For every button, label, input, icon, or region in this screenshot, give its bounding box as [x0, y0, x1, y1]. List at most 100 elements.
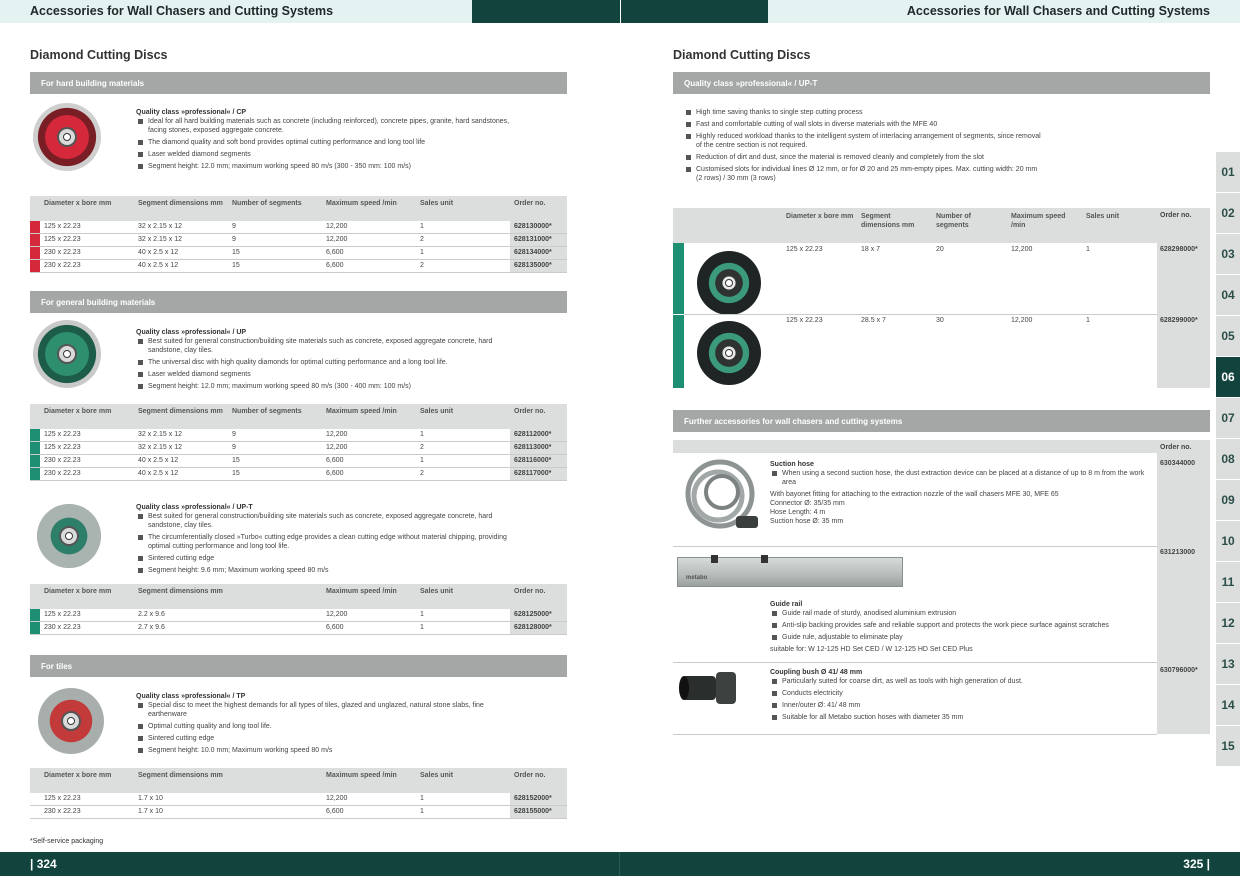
accessories-header-row — [673, 440, 1157, 453]
chapter-tab-15[interactable]: 15 — [1216, 726, 1240, 766]
table-cell: 628155000* — [510, 805, 567, 819]
table-cell: 628125000* — [510, 609, 567, 622]
tp-quality-title: Quality class »professional« / TP — [136, 693, 246, 700]
chapter-tab-04[interactable]: 04 — [1216, 275, 1240, 315]
table-cell: 230 x 22.23 — [40, 621, 134, 635]
col-header — [228, 768, 322, 793]
table-cell: 1 — [416, 246, 510, 260]
table-cell: 12,200 — [322, 429, 416, 442]
table-header-row: Diameter x bore mm Segment dimensions mm… — [30, 196, 567, 221]
table-cell — [228, 805, 322, 819]
table-cell: 32 x 2.15 x 12 — [134, 429, 228, 442]
table-cell: 6,600 — [322, 259, 416, 273]
table-cell: 1 — [416, 454, 510, 468]
chapter-tab-01[interactable]: 01 — [1216, 152, 1240, 192]
chapter-tab-10[interactable]: 10 — [1216, 521, 1240, 561]
table-cell: 1 — [416, 621, 510, 635]
col-header: Number of segments — [228, 196, 322, 221]
chapter-tab-03[interactable]: 03 — [1216, 234, 1240, 274]
suction-hose-image — [685, 459, 758, 529]
table-cell: 15 — [228, 454, 322, 468]
table-cell: 2 — [416, 259, 510, 273]
cell: 20 — [936, 246, 944, 253]
coupling-bush-image — [679, 672, 736, 704]
row-marker — [30, 805, 40, 819]
table-cell: 230 x 22.23 — [40, 259, 134, 273]
table-cell: 32 x 2.15 x 12 — [134, 441, 228, 455]
chapter-tab-07[interactable]: 07 — [1216, 398, 1240, 438]
col-header: Sales unit — [416, 404, 510, 429]
table-cell: 1 — [416, 805, 510, 819]
chapter-tab-02[interactable]: 02 — [1216, 193, 1240, 233]
col-header: Segment dimensions mm — [134, 404, 228, 429]
col-header: Segment dimensions mm — [134, 584, 228, 609]
table-cell: 2 — [416, 467, 510, 481]
table-cell: 12,200 — [322, 233, 416, 247]
coupling-bush-bullet: Inner/outer Ø: 41/ 48 mm — [770, 701, 1155, 710]
table-cell: 12,200 — [322, 221, 416, 234]
top-header-bar: Accessories for Wall Chasers and Cutting… — [0, 0, 1240, 23]
row-marker — [30, 454, 40, 468]
chapter-tab-11[interactable]: 11 — [1216, 562, 1240, 602]
table-cell: 15 — [228, 246, 322, 260]
col-header: Segment dimensions mm — [134, 768, 228, 793]
chapter-tab-06[interactable]: 06 — [1216, 357, 1240, 397]
upt-quality-title: Quality class »professional« / UP-T — [136, 504, 253, 511]
table-cell: 40 x 2.5 x 12 — [134, 246, 228, 260]
table-cell: 125 x 22.23 — [40, 429, 134, 442]
col-header: Maximum speed /min — [322, 584, 416, 609]
suction-hose-bullet: When using a second suction hose, the du… — [770, 469, 1150, 487]
cell: 125 x 22.23 — [786, 317, 823, 324]
table-row: 230 x 22.23 40 x 2.5 x 12 15 6,600 2 62811700… — [30, 467, 567, 481]
table-cell: 2 — [416, 233, 510, 247]
cp-bullet: Segment height: 12.0 mm; maximum working… — [136, 162, 516, 171]
row-marker — [30, 467, 40, 481]
upt-spec-table: Diameter x bore mm Segment dimensions mm… — [30, 584, 567, 635]
table-cell: 15 — [228, 259, 322, 273]
table-cell: 628152000* — [510, 793, 567, 806]
section-band-hard: For hard building materials — [30, 72, 567, 94]
footnote: *Self-service packaging — [30, 838, 104, 845]
suction-hose-line: With bayonet fitting for attaching to th… — [770, 491, 1059, 498]
table-cell: 628130000* — [510, 221, 567, 234]
up-disc-image — [33, 320, 101, 388]
cp-spec-table: Diameter x bore mm Segment dimensions mm… — [30, 196, 567, 273]
table-cell: 12,200 — [322, 793, 416, 806]
table-row: 125 x 22.23 2.2 x 9.6 12,200 1 628125000* — [30, 609, 567, 622]
chapter-tab-14[interactable]: 14 — [1216, 685, 1240, 725]
upt-right-bullet: Reduction of dirt and dust, since the ma… — [684, 153, 1044, 162]
order-number: 630344000 — [1160, 460, 1196, 467]
upt-bullet: Segment height: 9.6 mm; Maximum working … — [136, 566, 521, 575]
upt-disc-image — [37, 504, 101, 568]
suction-hose-info: Suction hose When using a second suction… — [770, 460, 1150, 526]
guide-rail-bullet: Guide rule, adjustable to eliminate play — [770, 633, 1155, 642]
chapter-tab-08[interactable]: 08 — [1216, 439, 1240, 479]
guide-rail-bullet: Guide rail made of sturdy, anodised alum… — [770, 609, 1155, 618]
upt-bullet: Best suited for general construction/bui… — [136, 512, 521, 530]
col-header: Sales unit — [1086, 213, 1120, 220]
col-header: Maximum speed /min — [1011, 213, 1066, 229]
suction-hose-title: Suction hose — [770, 461, 814, 468]
table-row: 230 x 22.23 2.7 x 9.6 6,600 1 628128000* — [30, 621, 567, 635]
table-cell: 628112000* — [510, 429, 567, 442]
chapter-tab-12[interactable]: 12 — [1216, 603, 1240, 643]
col-header: Sales unit — [416, 196, 510, 221]
table-row: 230 x 22.23 40 x 2.5 x 12 15 6,600 2 62813500… — [30, 259, 567, 273]
chapter-tab-05[interactable]: 05 — [1216, 316, 1240, 356]
cp-bullet: Ideal for all hard building materials su… — [136, 117, 516, 135]
header-left-title: Accessories for Wall Chasers and Cutting… — [30, 4, 334, 18]
tp-features: Quality class »professional« / TP Specia… — [136, 692, 516, 758]
table-cell: 628134000* — [510, 246, 567, 260]
cp-quality-title: Quality class »professional« / CP — [136, 109, 247, 116]
col-header: Order no. — [1160, 444, 1192, 451]
table-cell: 9 — [228, 233, 322, 247]
chapter-tab-09[interactable]: 09 — [1216, 480, 1240, 520]
tp-disc-image — [38, 688, 104, 754]
col-header: Order no. — [1160, 212, 1192, 219]
table-cell: 628128000* — [510, 621, 567, 635]
upt-features: Quality class »professional« / UP-T Best… — [136, 503, 521, 578]
table-cell: 1 — [416, 429, 510, 442]
suction-hose-line: Suction hose Ø: 35 mm — [770, 518, 844, 525]
chapter-tab-13[interactable]: 13 — [1216, 644, 1240, 684]
table-cell: 2.2 x 9.6 — [134, 609, 228, 622]
